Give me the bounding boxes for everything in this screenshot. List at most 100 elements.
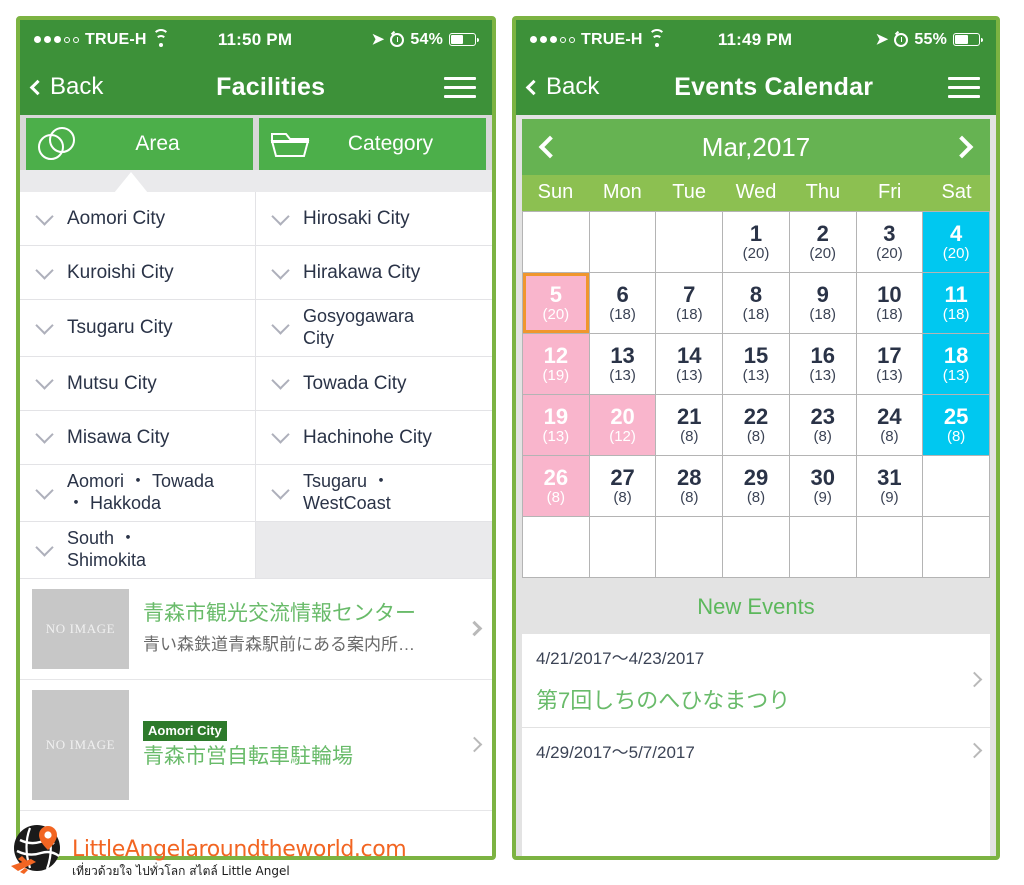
facility-row[interactable]: NO IMAGE 青森市観光交流情報センター 青い森鉄道青森駅前にある案内所… bbox=[20, 579, 492, 680]
calendar-cell-empty bbox=[523, 212, 589, 272]
battery-percent-label: 55% bbox=[914, 30, 947, 48]
calendar-day-cell[interactable]: 8 (18) bbox=[723, 273, 789, 333]
calendar-day-cell[interactable]: 30 (9) bbox=[789, 456, 856, 516]
back-button[interactable]: Back bbox=[29, 73, 103, 101]
calendar-day-cell[interactable]: 25 (8) bbox=[923, 395, 989, 455]
calendar-day-cell[interactable]: 29 (8) bbox=[723, 456, 789, 516]
back-button[interactable]: Back bbox=[525, 73, 599, 101]
hamburger-menu-icon[interactable] bbox=[444, 71, 476, 104]
calendar-day-cell[interactable]: 14 (13) bbox=[656, 334, 723, 394]
calendar-day-cell[interactable]: 9 (18) bbox=[789, 273, 856, 333]
calendar-cell-empty bbox=[523, 517, 589, 577]
phone-facilities: TRUE-H 11:50 PM ➤ 54% Back Facilities Ar… bbox=[16, 16, 496, 860]
hamburger-menu-icon[interactable] bbox=[948, 71, 980, 104]
prev-month-button[interactable] bbox=[522, 135, 578, 159]
weekday-label: Thu bbox=[805, 181, 841, 203]
watermark-tagline: เที่ยวด้วยใจ ไปทั่วโลก สไตล์ Little Ange… bbox=[72, 864, 290, 878]
calendar-day-cell[interactable]: 3 (20) bbox=[856, 212, 923, 272]
calendar-grid: 1 (20) 2 (20) 3 (20) 4 (20) 5 (20) 6 (18) 7 (18) 8 (18)… bbox=[522, 211, 990, 578]
calendar-day-cell[interactable]: 11 (18) bbox=[923, 273, 989, 333]
area-item[interactable]: Hirosaki City bbox=[256, 192, 492, 246]
next-month-button[interactable] bbox=[934, 135, 990, 159]
page-title: Events Calendar bbox=[674, 72, 874, 101]
event-date-range: 4/21/2017～4/23/2017 bbox=[536, 649, 705, 668]
chevron-down-icon bbox=[271, 206, 290, 226]
area-item[interactable]: Kuroishi City bbox=[20, 246, 256, 300]
tab-category[interactable]: Category bbox=[259, 118, 486, 170]
area-item[interactable]: Mutsu City bbox=[20, 356, 256, 411]
weekday-label: Mon bbox=[602, 181, 642, 203]
calendar-day-cell[interactable]: 2 (20) bbox=[789, 212, 856, 272]
event-row[interactable]: 4/21/2017～4/23/2017 第7回しちのへひなまつり bbox=[522, 634, 990, 728]
chevron-down-icon bbox=[271, 316, 290, 335]
location-arrow-icon: ➤ bbox=[371, 31, 385, 48]
area-item[interactable]: Tsugaru City bbox=[20, 300, 256, 357]
calendar-day-cell[interactable]: 21 (8) bbox=[656, 395, 723, 455]
nav-bar-right: Back Events Calendar bbox=[516, 59, 996, 115]
calendar-day-event-count: (20) bbox=[742, 245, 770, 262]
calendar-day-cell[interactable]: 6 (18) bbox=[589, 273, 656, 333]
calendar-day-cell[interactable]: 24 (8) bbox=[856, 395, 923, 455]
calendar-day-cell[interactable]: 1 (20) bbox=[723, 212, 789, 272]
new-events-heading: New Events bbox=[516, 578, 996, 634]
chevron-right-icon bbox=[466, 620, 483, 637]
calendar-day-cell[interactable]: 23 (8) bbox=[789, 395, 856, 455]
chevron-down-icon bbox=[35, 538, 54, 557]
event-row[interactable]: 4/29/2017～5/7/2017 bbox=[522, 728, 990, 767]
venn-circles-icon bbox=[26, 127, 88, 161]
calendar-day-event-count: (20) bbox=[876, 245, 903, 262]
calendar-day-event-count: (8) bbox=[813, 428, 832, 445]
calendar-day-event-count: (8) bbox=[613, 489, 632, 506]
tab-area[interactable]: Area bbox=[26, 118, 253, 170]
area-item[interactable]: Aomori ・ Towada ・ Hakkoda bbox=[20, 464, 256, 522]
area-item[interactable]: South ・ Shimokita bbox=[20, 521, 256, 579]
calendar-day-cell[interactable]: 7 (18) bbox=[656, 273, 723, 333]
area-item-label: Aomori ・ Towada ・ Hakkoda bbox=[67, 470, 215, 513]
alarm-clock-icon bbox=[390, 32, 405, 47]
calendar-day-cell[interactable]: 22 (8) bbox=[723, 395, 789, 455]
calendar-day-number: 11 bbox=[944, 282, 968, 307]
weekday-label: Sat bbox=[941, 181, 972, 203]
calendar-day-event-count: (8) bbox=[746, 489, 766, 506]
calendar-day-cell[interactable]: 31 (9) bbox=[856, 456, 923, 516]
calendar-day-cell[interactable]: 12 (19) bbox=[523, 334, 589, 394]
calendar-day-event-count: (13) bbox=[876, 367, 903, 384]
calendar-day-cell[interactable]: 4 (20) bbox=[923, 212, 989, 272]
facility-subtitle: 青い森鉄道青森駅前にある案内所… bbox=[143, 635, 415, 655]
status-bar-left: TRUE-H 11:50 PM ➤ 54% bbox=[20, 20, 492, 59]
calendar-day-cell[interactable]: 5 (20) bbox=[523, 273, 589, 333]
calendar-day-event-count: (20) bbox=[542, 306, 570, 323]
calendar-cell-empty bbox=[856, 517, 923, 577]
calendar-day-event-count: (9) bbox=[813, 489, 832, 506]
calendar-day-number: 19 bbox=[543, 404, 569, 429]
weekday-label: Sun bbox=[537, 181, 574, 203]
calendar-day-cell[interactable]: 26 (8) bbox=[523, 456, 589, 516]
area-item[interactable]: Gosyogawara City bbox=[256, 300, 492, 357]
calendar-day-cell[interactable]: 20 (12) bbox=[589, 395, 656, 455]
filter-tabs: Area Category bbox=[20, 115, 492, 170]
area-item[interactable]: Hirakawa City bbox=[256, 246, 492, 300]
page-title: Facilities bbox=[216, 72, 326, 101]
area-item-label: Tsugaru City bbox=[67, 317, 173, 339]
facility-area-badge: Aomori City bbox=[143, 720, 227, 741]
chevron-down-icon bbox=[35, 425, 54, 445]
area-item[interactable]: Towada City bbox=[256, 356, 492, 411]
calendar-day-cell[interactable]: 17 (13) bbox=[856, 334, 923, 394]
calendar-day-cell[interactable]: 13 (13) bbox=[589, 334, 656, 394]
facility-title: 青森市営自転車駐輪場 bbox=[143, 744, 353, 768]
calendar-day-cell[interactable]: 15 (13) bbox=[723, 334, 789, 394]
calendar-day-cell[interactable]: 19 (13) bbox=[523, 395, 589, 455]
facility-row[interactable]: NO IMAGE Aomori City 青森市営自転車駐輪場 bbox=[20, 680, 492, 811]
battery-icon bbox=[953, 33, 983, 46]
calendar-day-cell[interactable]: 27 (8) bbox=[589, 456, 656, 516]
calendar-day-cell[interactable]: 28 (8) bbox=[656, 456, 723, 516]
area-item[interactable]: Aomori City bbox=[20, 192, 256, 246]
area-item[interactable]: Hachinohe City bbox=[256, 410, 492, 465]
area-item[interactable]: Tsugaru ・ WestCoast bbox=[256, 464, 492, 522]
area-item[interactable]: Misawa City bbox=[20, 410, 256, 465]
calendar-day-cell[interactable]: 18 (13) bbox=[923, 334, 989, 394]
month-navigator: Mar,2017 bbox=[522, 119, 990, 175]
calendar-day-cell[interactable]: 16 (13) bbox=[789, 334, 856, 394]
weekday-label: Fri bbox=[878, 181, 902, 203]
calendar-day-cell[interactable]: 10 (18) bbox=[856, 273, 923, 333]
